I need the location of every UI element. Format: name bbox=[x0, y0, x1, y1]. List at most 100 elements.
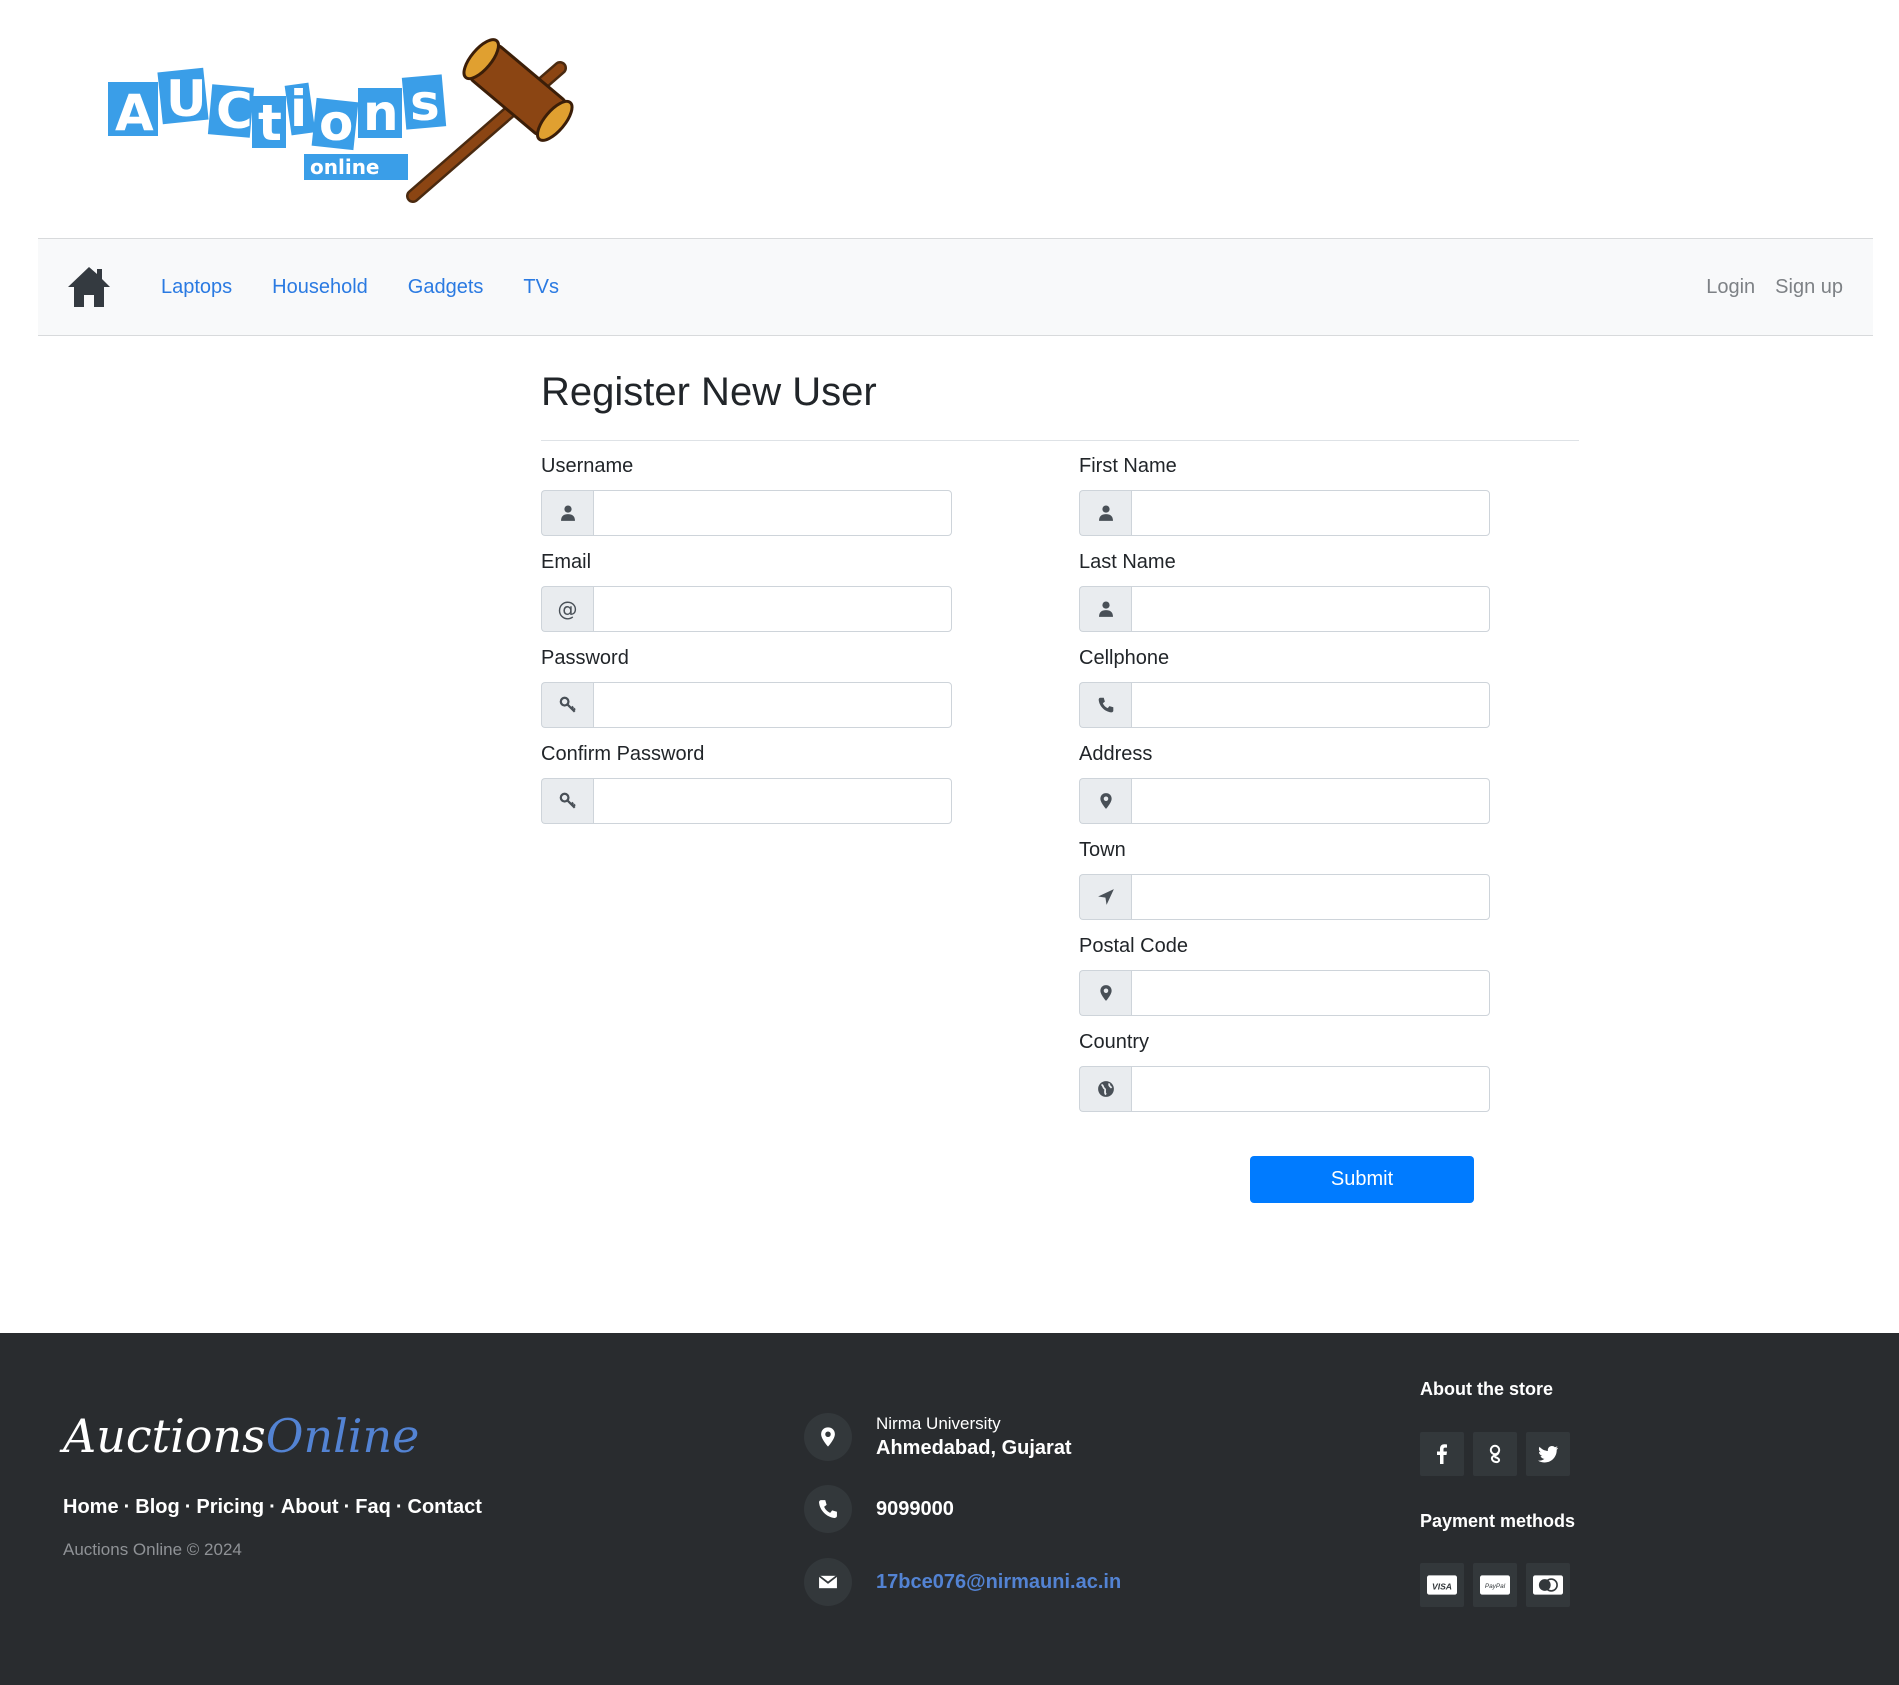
footer-link-about[interactable]: About bbox=[281, 1496, 339, 1519]
town-label: Town bbox=[1079, 839, 1126, 861]
category-nav: Laptops Household Gadgets TVs bbox=[161, 239, 599, 335]
last-name-group: Last Name bbox=[1079, 548, 1491, 644]
footer-link-separator: · bbox=[269, 1496, 276, 1518]
email-input[interactable] bbox=[593, 586, 952, 632]
envelope-icon bbox=[804, 1558, 852, 1606]
email-label: Email bbox=[541, 551, 592, 573]
address-line2: Ahmedabad, Gujarat bbox=[876, 1437, 1072, 1459]
password-input[interactable] bbox=[593, 682, 952, 728]
footer-link-contact[interactable]: Contact bbox=[408, 1496, 482, 1519]
main-navbar: Laptops Household Gadgets TVs Login Sign… bbox=[38, 238, 1873, 336]
country-group: Country bbox=[1079, 1028, 1491, 1124]
paypal-icon: PayPal bbox=[1473, 1563, 1517, 1607]
key-icon bbox=[541, 778, 593, 824]
visa-icon: VISA bbox=[1420, 1563, 1464, 1607]
town-input[interactable] bbox=[1131, 874, 1490, 920]
user-icon bbox=[1079, 586, 1131, 632]
first-name-group: First Name bbox=[1079, 452, 1491, 548]
logo-graphic: A U C t i o n s online bbox=[108, 38, 574, 203]
mastercard-icon bbox=[1526, 1563, 1570, 1607]
first-name-input[interactable] bbox=[1131, 490, 1490, 536]
svg-text:C: C bbox=[216, 82, 253, 140]
user-icon bbox=[1079, 490, 1131, 536]
username-input[interactable] bbox=[593, 490, 952, 536]
auctions-online-logo[interactable]: A U C t i o n s online bbox=[100, 26, 580, 206]
nav-link-gadgets[interactable]: Gadgets bbox=[408, 276, 484, 299]
contact-email-link[interactable]: 17bce076@nirmauni.ac.in bbox=[876, 1571, 1121, 1594]
email-group: Email @ bbox=[541, 548, 953, 644]
address-group: Address bbox=[1079, 740, 1491, 836]
map-marker-icon bbox=[1079, 778, 1131, 824]
globe-icon bbox=[1079, 1066, 1131, 1112]
footer-link-blog[interactable]: Blog bbox=[135, 1496, 179, 1519]
submit-button[interactable]: Submit bbox=[1250, 1156, 1474, 1203]
phone-icon bbox=[1079, 682, 1131, 728]
postal-code-label: Postal Code bbox=[1079, 935, 1188, 957]
last-name-input[interactable] bbox=[1131, 586, 1490, 632]
svg-text:VISA: VISA bbox=[1432, 1581, 1452, 1591]
map-marker-icon bbox=[1079, 970, 1131, 1016]
username-group: Username bbox=[541, 452, 953, 548]
footer-brand-part2: Online bbox=[265, 1409, 420, 1463]
map-marker-icon bbox=[804, 1413, 852, 1461]
copyright-text: Auctions Online © 2024 bbox=[63, 1540, 242, 1559]
footer-link-faq[interactable]: Faq bbox=[355, 1496, 391, 1519]
phone-icon bbox=[804, 1485, 852, 1533]
signup-link[interactable]: Sign up bbox=[1775, 276, 1843, 299]
social-icons bbox=[1420, 1432, 1579, 1476]
cellphone-input[interactable] bbox=[1131, 682, 1490, 728]
payment-methods-heading: Payment methods bbox=[1420, 1511, 1576, 1531]
address-input[interactable] bbox=[1131, 778, 1490, 824]
postal-code-input[interactable] bbox=[1131, 970, 1490, 1016]
home-icon[interactable] bbox=[66, 265, 112, 309]
email-row: 17bce076@nirmauni.ac.in bbox=[804, 1558, 1121, 1606]
svg-text:A: A bbox=[115, 84, 154, 142]
personal-fields-column: First Name Last Name Cellphone Address T… bbox=[1079, 452, 1491, 1124]
address-line1: Nirma University bbox=[876, 1414, 1001, 1433]
last-name-label: Last Name bbox=[1079, 551, 1176, 573]
nav-link-laptops[interactable]: Laptops bbox=[161, 276, 232, 299]
svg-text:t: t bbox=[258, 94, 282, 152]
google-plus-icon[interactable] bbox=[1473, 1432, 1517, 1476]
footer-link-separator: · bbox=[395, 1496, 403, 1518]
cellphone-label: Cellphone bbox=[1079, 647, 1170, 669]
password-group: Password bbox=[541, 644, 953, 740]
town-group: Town bbox=[1079, 836, 1491, 932]
login-link[interactable]: Login bbox=[1706, 276, 1755, 299]
confirm-password-label: Confirm Password bbox=[541, 743, 705, 765]
confirm-password-group: Confirm Password bbox=[541, 740, 953, 836]
password-label: Password bbox=[541, 647, 629, 669]
phone-number: 9099000 bbox=[876, 1498, 954, 1520]
location-arrow-icon bbox=[1079, 874, 1131, 920]
confirm-password-input[interactable] bbox=[593, 778, 952, 824]
username-label: Username bbox=[541, 455, 634, 477]
twitter-icon[interactable] bbox=[1526, 1432, 1570, 1476]
address-label: Address bbox=[1079, 743, 1153, 765]
nav-link-tvs[interactable]: TVs bbox=[523, 276, 559, 299]
svg-text:o: o bbox=[319, 94, 353, 152]
footer-link-separator: · bbox=[184, 1496, 192, 1518]
country-input[interactable] bbox=[1131, 1066, 1490, 1112]
address-row: Nirma University Ahmedabad, Gujarat bbox=[804, 1413, 1072, 1461]
footer-link-home[interactable]: Home bbox=[63, 1496, 119, 1519]
footer-links: Home · Blog · Pricing · About · Faq · Co… bbox=[63, 1496, 482, 1519]
site-footer: AuctionsOnline Home · Blog · Pricing · A… bbox=[0, 1333, 1899, 1685]
nav-link-household[interactable]: Household bbox=[272, 276, 368, 299]
about-store-heading: About the store bbox=[1420, 1379, 1553, 1399]
footer-link-separator: · bbox=[343, 1496, 351, 1518]
footer-brand-part1: Auctions bbox=[63, 1409, 266, 1463]
footer-brand: AuctionsOnline bbox=[63, 1409, 419, 1463]
svg-text:i: i bbox=[290, 80, 307, 138]
facebook-icon[interactable] bbox=[1420, 1432, 1464, 1476]
first-name-label: First Name bbox=[1079, 455, 1177, 477]
svg-text:n: n bbox=[363, 84, 399, 142]
postal-code-group: Postal Code bbox=[1079, 932, 1491, 1028]
at-sign-icon: @ bbox=[541, 586, 593, 632]
footer-link-separator: · bbox=[123, 1496, 131, 1518]
svg-text:s: s bbox=[410, 74, 440, 132]
payment-icons: VISA PayPal bbox=[1420, 1563, 1579, 1607]
phone-row: 9099000 bbox=[804, 1485, 954, 1533]
key-icon bbox=[541, 682, 593, 728]
footer-link-pricing[interactable]: Pricing bbox=[196, 1496, 264, 1519]
svg-text:online: online bbox=[310, 155, 380, 179]
